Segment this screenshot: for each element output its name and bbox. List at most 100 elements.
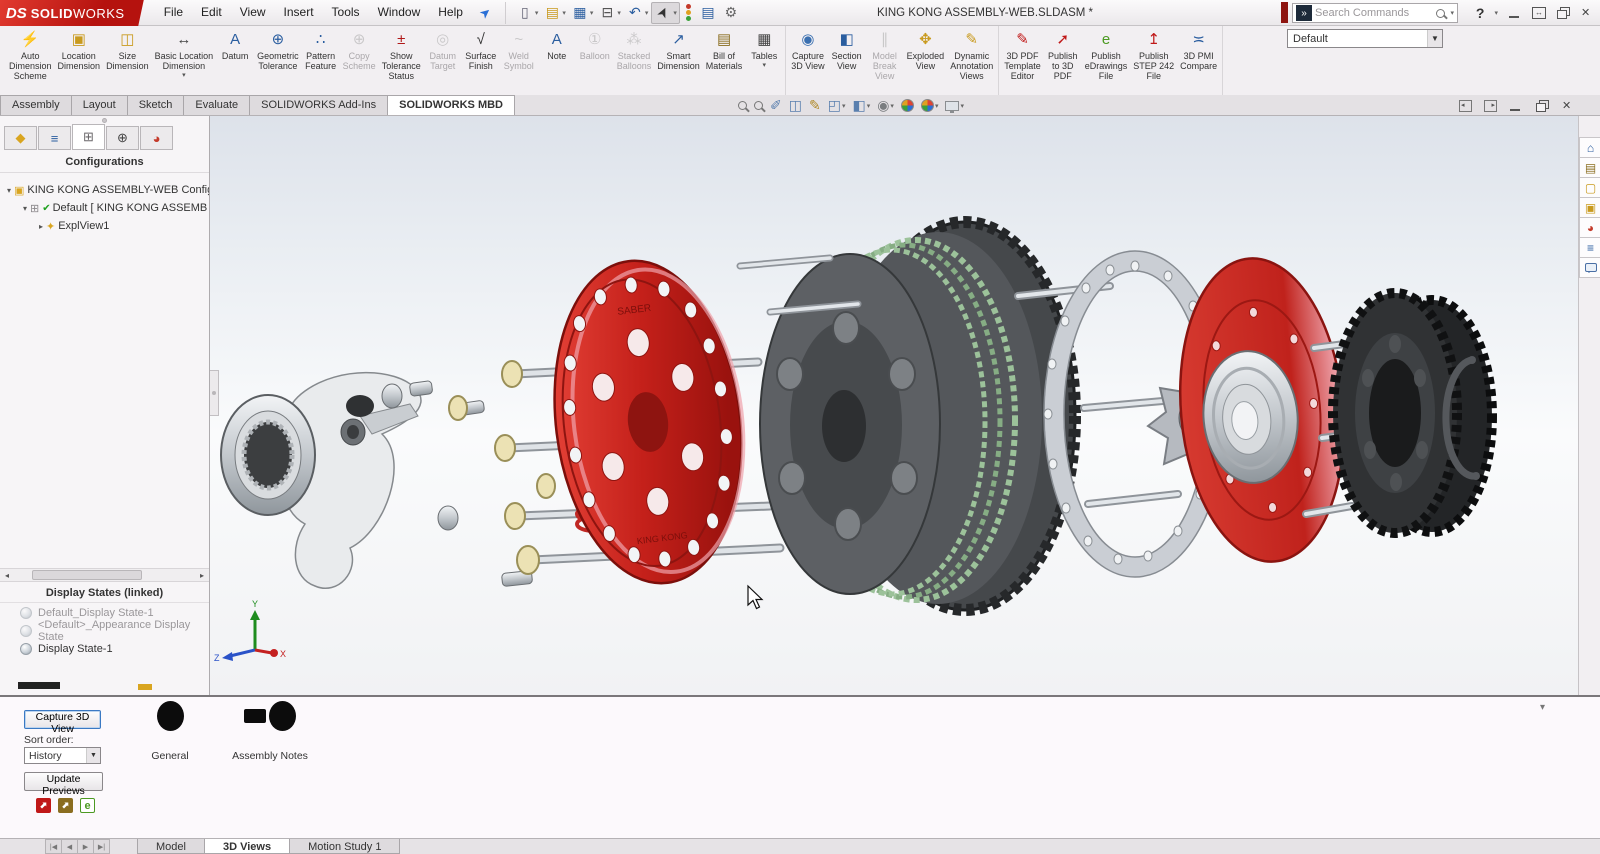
panel-grab-handle[interactable] <box>0 116 209 124</box>
study-tab-3d-views[interactable]: 3D Views <box>204 839 290 854</box>
apply-scene-button[interactable]: ▾ <box>921 99 939 112</box>
export-edrawings-icon[interactable]: e <box>80 798 95 813</box>
expander-icon[interactable]: ▾ <box>4 186 14 195</box>
view-orientation-button[interactable]: ◰▾ <box>828 97 846 114</box>
file-explorer-button[interactable]: ▢ <box>1579 177 1600 198</box>
custom-properties-button[interactable]: ≡ <box>1579 237 1600 258</box>
hide-show-items-button[interactable]: ◉▾ <box>877 97 894 114</box>
ribbon-size-dimension[interactable]: ◫Size Dimension <box>103 27 152 71</box>
ribbon-location-dimension[interactable]: ▣Location Dimension <box>55 27 104 71</box>
restore-button[interactable] <box>1556 7 1570 19</box>
view-settings-button[interactable]: ▾ <box>945 101 964 111</box>
dropdown-icon[interactable]: ▾ <box>590 9 594 17</box>
menu-tools[interactable]: Tools <box>323 0 369 25</box>
tree-item-explview1[interactable]: ▸✦ExplView1 <box>0 217 209 235</box>
minimize-button[interactable] <box>1508 7 1522 19</box>
new-file-button[interactable]: ▯▾ <box>514 2 541 24</box>
search-commands-box[interactable]: » Search Commands ▾ <box>1292 3 1458 23</box>
previous-view-button[interactable]: ✐ <box>770 97 782 114</box>
chain-sprocket-part[interactable] <box>1333 293 1492 533</box>
study-tab-motion-study-1[interactable]: Motion Study 1 <box>289 839 400 854</box>
stretch-button[interactable] <box>1532 7 1546 19</box>
open-file-button[interactable]: ▤▾ <box>541 2 568 24</box>
ribbon-datum[interactable]: ADatum <box>216 27 254 61</box>
panel-collapse-chevron-icon[interactable]: ▾ <box>1540 702 1545 713</box>
export-step-icon[interactable]: ⬈ <box>58 798 73 813</box>
search-icon[interactable] <box>1436 9 1445 18</box>
tab-layout[interactable]: Layout <box>71 95 128 115</box>
home-button[interactable]: ⌂ <box>1579 137 1600 158</box>
ribbon-surface-finish[interactable]: √Surface Finish <box>462 27 500 71</box>
tab-solidworks-add-ins[interactable]: SOLIDWORKS Add-Ins <box>249 95 388 115</box>
menu-help[interactable]: Help <box>429 0 472 25</box>
tab-last-icon[interactable]: ▶| <box>93 839 110 854</box>
display-style-button[interactable]: ◧▾ <box>852 97 870 114</box>
ribbon-bill-of-materials[interactable]: ▤Bill of Materials <box>703 27 746 71</box>
ribbon-exploded-view[interactable]: ✥Exploded View <box>904 27 948 71</box>
dropdown-icon[interactable]: ▾ <box>935 102 939 110</box>
ribbon-basic-location-dimension[interactable]: ↔Basic Location Dimension▾ <box>152 27 217 80</box>
ribbon-3d-pdf-template-editor[interactable]: ✎3D PDF Template Editor <box>1001 27 1044 81</box>
view-thumbnail-assembly-notes[interactable]: Assembly Notes <box>215 700 325 762</box>
property-manager-tab[interactable]: ≡ <box>38 126 71 150</box>
tab-solidworks-mbd[interactable]: SOLIDWORKS MBD <box>387 95 515 115</box>
3d-viewport[interactable]: SABER KING KONG <box>210 116 1578 695</box>
dropdown-icon[interactable]: ▾ <box>562 9 566 17</box>
dropdown-icon[interactable]: ▾ <box>673 9 677 17</box>
sort-dropdown-icon[interactable]: ▼ <box>86 748 100 763</box>
tab-sketch[interactable]: Sketch <box>127 95 185 115</box>
ribbon-smart-dimension[interactable]: ↗Smart Dimension <box>654 27 703 71</box>
dropdown-icon[interactable]: ▾ <box>535 9 539 17</box>
ribbon-note[interactable]: ANote <box>538 27 576 61</box>
ribbon-section-view[interactable]: ◧Section View <box>828 27 866 71</box>
tab-assembly[interactable]: Assembly <box>0 95 72 115</box>
view-palette-button[interactable]: ▣ <box>1579 197 1600 218</box>
display-state-default-appearance-display-state[interactable]: <Default>_Appearance Display State <box>0 622 209 640</box>
tab-evaluate[interactable]: Evaluate <box>183 95 250 115</box>
ribbon-pattern-feature[interactable]: ∴Pattern Feature <box>302 27 340 71</box>
section-view-button[interactable]: ◫ <box>789 97 802 114</box>
feature-manager-tab[interactable]: ◆ <box>4 126 37 150</box>
tree-item-default-king-kong-assemb[interactable]: ▾⊞✔Default [ KING KONG ASSEMB <box>0 199 209 217</box>
red-sprocket-plate[interactable]: SABER KING KONG <box>537 250 761 594</box>
expander-icon[interactable]: ▾ <box>20 204 30 213</box>
tab-prev-icon[interactable]: ◀ <box>61 839 78 854</box>
help-dropdown-icon[interactable]: ▾ <box>1494 9 1498 17</box>
expander-icon[interactable]: ▸ <box>36 222 46 231</box>
ribbon-show-tolerance-status[interactable]: ±Show Tolerance Status <box>379 27 424 81</box>
dropdown-icon[interactable]: ▾ <box>890 102 894 110</box>
zoom-area-button[interactable] <box>754 101 763 110</box>
dropdown-icon[interactable]: ▾ <box>842 102 846 110</box>
doc-close-button[interactable] <box>1561 100 1575 112</box>
scroll-right-icon[interactable]: ▸ <box>195 569 209 581</box>
ribbon-capture-3d-view[interactable]: ◉Capture 3D View <box>788 27 827 71</box>
tab-next-icon[interactable]: ▶ <box>77 839 94 854</box>
dropdown-icon[interactable]: ▾ <box>645 9 649 17</box>
configuration-combobox[interactable]: Default ▼ <box>1287 29 1443 48</box>
display-manager-tab[interactable]: ◕ <box>140 126 173 150</box>
menu-file[interactable]: File <box>155 0 192 25</box>
tab-first-icon[interactable]: |◀ <box>45 839 62 854</box>
dropdown-icon[interactable]: ▾ <box>617 9 621 17</box>
view-thumbnail-general[interactable]: General <box>115 700 225 762</box>
ribbon-3d-pmi-compare[interactable]: ≍3D PMI Compare <box>1177 27 1220 71</box>
close-button[interactable] <box>1580 7 1594 19</box>
ribbon-dynamic-annotation-views[interactable]: ✎Dynamic Annotation Views <box>947 27 996 81</box>
combo-dropdown-icon[interactable]: ▼ <box>1427 30 1442 47</box>
clutch-basket-part[interactable] <box>760 222 1075 610</box>
stoplight-button[interactable] <box>681 2 696 24</box>
menu-window[interactable]: Window <box>369 0 430 25</box>
undo-button[interactable]: ↶▾ <box>624 2 651 24</box>
dimxpert-manager-tab[interactable]: ⊕ <box>106 126 139 150</box>
ribbon-publish-to-3d-pdf[interactable]: ➚Publish to 3D PDF <box>1044 27 1082 81</box>
menu-view[interactable]: View <box>231 0 275 25</box>
design-library-button[interactable]: ▤ <box>1579 157 1600 178</box>
tree-item-king-kong-assembly-web-configura[interactable]: ▾▣KING KONG ASSEMBLY-WEB Configura <box>0 181 209 199</box>
select-cursor-button[interactable]: ➤▾ <box>651 2 680 24</box>
ribbon-publish-edrawings-file[interactable]: ePublish eDrawings File <box>1082 27 1131 81</box>
search-dropdown-icon[interactable]: ▾ <box>1450 9 1454 17</box>
dropdown-icon[interactable]: ▾ <box>182 72 186 80</box>
print-button[interactable]: ⊟▾ <box>596 2 623 24</box>
ribbon-tables[interactable]: ▦Tables▾ <box>745 27 783 70</box>
ribbon-geometric-tolerance[interactable]: ⊕Geometric Tolerance <box>254 27 302 71</box>
